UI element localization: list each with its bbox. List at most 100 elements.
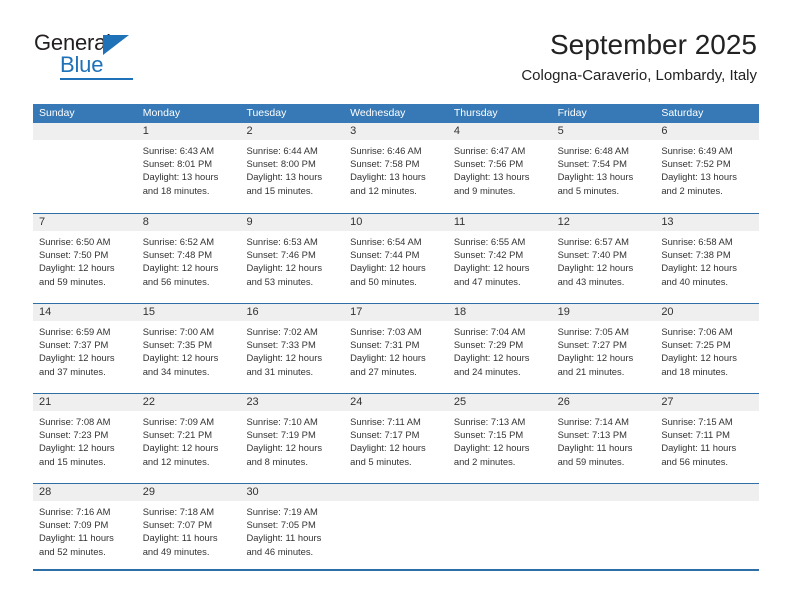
day-details: Sunrise: 6:54 AM Sunset: 7:44 PM Daylight:…	[344, 231, 448, 288]
calendar-day-cell[interactable]: 8 Sunrise: 6:52 AM Sunset: 7:48 PM Daylight…	[136, 214, 241, 303]
day-details: Sunrise: 7:05 AM Sunset: 7:27 PM Daylight:…	[552, 321, 656, 378]
day-detail-line: Sunset: 7:33 PM	[246, 339, 316, 351]
calendar-day-cell[interactable]: 20 Sunrise: 7:06 AM Sunset: 7:25 PM Dayligh…	[655, 304, 760, 393]
day-number-band: 20	[655, 304, 760, 321]
day-detail-line: Daylight: 13 hours	[661, 171, 737, 183]
day-detail-line: Sunrise: 6:50 AM	[39, 236, 111, 247]
day-number-band: 6	[655, 123, 760, 140]
day-details: Sunrise: 7:13 AM Sunset: 7:15 PM Daylight:…	[448, 411, 552, 468]
day-detail-line: and 5 minutes.	[557, 184, 620, 196]
calendar-day-cell[interactable]: 10 Sunrise: 6:54 AM Sunset: 7:44 PM Dayligh…	[344, 214, 448, 303]
calendar-day-cell[interactable]: 6 Sunrise: 6:49 AM Sunset: 7:52 PM Daylight…	[655, 123, 760, 213]
calendar-day-cell-empty	[33, 123, 137, 213]
day-detail-line: Sunset: 7:40 PM	[557, 249, 627, 261]
calendar-day-cell[interactable]: 2 Sunrise: 6:44 AM Sunset: 8:00 PM Daylight…	[240, 123, 345, 213]
day-detail-line: Sunrise: 6:55 AM	[453, 236, 526, 247]
day-detail-line: and 43 minutes.	[557, 275, 625, 287]
day-detail-line: Daylight: 12 hours	[661, 262, 737, 274]
day-number: 11	[453, 216, 466, 228]
day-detail-line: Sunset: 7:13 PM	[557, 429, 627, 441]
calendar-day-cell[interactable]: 9 Sunrise: 6:53 AM Sunset: 7:46 PM Daylight…	[240, 214, 345, 303]
calendar-day-cell[interactable]: 4 Sunrise: 6:47 AM Sunset: 7:56 PM Daylight…	[447, 123, 552, 213]
calendar-day-cell[interactable]: 30 Sunrise: 7:19 AM Sunset: 7:05 PM Dayligh…	[240, 484, 345, 573]
day-detail-line: Sunset: 7:37 PM	[39, 339, 109, 351]
day-detail-line: Sunset: 7:52 PM	[661, 158, 731, 170]
calendar-day-cell[interactable]: 19 Sunrise: 7:05 AM Sunset: 7:27 PM Dayligh…	[551, 304, 656, 393]
day-detail-line: Sunrise: 7:10 AM	[246, 416, 318, 427]
day-detail-line: Sunset: 7:15 PM	[453, 429, 524, 441]
day-detail-line: Daylight: 11 hours	[246, 532, 322, 544]
day-number-band: 1	[136, 123, 241, 140]
day-detail-line: Sunset: 8:01 PM	[142, 158, 213, 170]
day-number: 29	[142, 486, 155, 498]
day-number-band	[33, 123, 137, 140]
calendar-day-cell[interactable]: 14 Sunrise: 6:59 AM Sunset: 7:37 PM Dayligh…	[33, 304, 137, 393]
day-number-band	[344, 484, 448, 501]
weekday-header-thursday: Thursday	[453, 107, 498, 119]
calendar-day-cell[interactable]: 15 Sunrise: 7:00 AM Sunset: 7:35 PM Dayligh…	[136, 304, 241, 393]
day-detail-line: Sunset: 7:38 PM	[661, 249, 731, 261]
calendar-day-cell[interactable]: 26 Sunrise: 7:14 AM Sunset: 7:13 PM Dayligh…	[551, 394, 656, 483]
calendar-day-cell[interactable]: 27 Sunrise: 7:15 AM Sunset: 7:11 PM Dayligh…	[655, 394, 760, 483]
day-detail-line: Sunrise: 6:43 AM	[142, 145, 215, 156]
day-detail-line: Sunset: 7:17 PM	[350, 429, 420, 441]
day-detail-line: Daylight: 12 hours	[350, 442, 426, 454]
calendar-day-cell[interactable]: 13 Sunrise: 6:58 AM Sunset: 7:38 PM Dayligh…	[655, 214, 760, 303]
day-detail-line: and 2 minutes.	[661, 184, 723, 196]
day-number: 20	[661, 306, 674, 318]
day-number-band	[447, 484, 552, 501]
day-details	[552, 501, 656, 505]
day-detail-line: and 27 minutes.	[350, 365, 417, 377]
day-number: 26	[557, 396, 570, 408]
day-detail-line: Sunset: 7:46 PM	[246, 249, 316, 261]
calendar-day-cell[interactable]: 21 Sunrise: 7:08 AM Sunset: 7:23 PM Dayligh…	[33, 394, 137, 483]
calendar-day-cell[interactable]: 29 Sunrise: 7:18 AM Sunset: 7:07 PM Dayligh…	[136, 484, 241, 573]
calendar-day-cell[interactable]: 22 Sunrise: 7:09 AM Sunset: 7:21 PM Dayligh…	[136, 394, 241, 483]
day-detail-line: Sunset: 7:54 PM	[557, 158, 627, 170]
day-detail-line: and 18 minutes.	[661, 365, 729, 377]
day-number-band: 29	[136, 484, 241, 501]
day-detail-line: Sunrise: 6:58 AM	[661, 236, 733, 247]
day-details: Sunrise: 7:08 AM Sunset: 7:23 PM Daylight:…	[33, 411, 137, 468]
calendar-day-cell[interactable]: 23 Sunrise: 7:10 AM Sunset: 7:19 PM Dayligh…	[240, 394, 345, 483]
day-detail-line: Daylight: 13 hours	[453, 171, 530, 183]
day-number: 24	[350, 396, 363, 408]
page-header: General Blue September 2025 Cologna-Cara…	[0, 0, 792, 100]
day-detail-line: Sunrise: 7:00 AM	[142, 326, 215, 337]
calendar-day-cell-empty	[447, 484, 552, 573]
calendar-day-cell[interactable]: 7 Sunrise: 6:50 AM Sunset: 7:50 PM Daylight…	[33, 214, 137, 303]
day-detail-line: Daylight: 12 hours	[246, 442, 323, 454]
calendar-week-row: 21 Sunrise: 7:08 AM Sunset: 7:23 PM Dayligh…	[33, 393, 760, 483]
day-number: 15	[142, 306, 155, 318]
day-detail-line: and 34 minutes.	[142, 365, 210, 377]
day-detail-line: Sunrise: 6:47 AM	[453, 145, 526, 156]
calendar-day-cell[interactable]: 17 Sunrise: 7:03 AM Sunset: 7:31 PM Dayligh…	[344, 304, 448, 393]
day-details: Sunrise: 6:50 AM Sunset: 7:50 PM Daylight:…	[33, 231, 137, 288]
day-detail-line: Sunrise: 7:05 AM	[557, 326, 629, 337]
day-detail-line: and 9 minutes.	[453, 184, 516, 196]
day-detail-line: Daylight: 12 hours	[557, 352, 634, 364]
calendar-day-cell[interactable]: 25 Sunrise: 7:13 AM Sunset: 7:15 PM Dayligh…	[447, 394, 552, 483]
calendar-day-cell[interactable]: 12 Sunrise: 6:57 AM Sunset: 7:40 PM Dayligh…	[551, 214, 656, 303]
day-number: 2	[246, 125, 253, 137]
day-number: 28	[39, 486, 52, 498]
day-detail-line: Daylight: 12 hours	[39, 352, 115, 364]
day-detail-line: Daylight: 12 hours	[142, 262, 219, 274]
calendar-day-cell[interactable]: 11 Sunrise: 6:55 AM Sunset: 7:42 PM Dayligh…	[447, 214, 552, 303]
weekday-header-row: Sunday Monday Tuesday Wednesday Thursday Frid…	[33, 104, 759, 123]
calendar-week-row: 14 Sunrise: 6:59 AM Sunset: 7:37 PM Dayligh…	[33, 303, 760, 393]
calendar-day-cell[interactable]: 24 Sunrise: 7:11 AM Sunset: 7:17 PM Dayligh…	[344, 394, 448, 483]
day-number: 7	[39, 216, 46, 228]
calendar-day-cell[interactable]: 1 Sunrise: 6:43 AM Sunset: 8:01 PM Daylight…	[136, 123, 241, 213]
day-details: Sunrise: 6:53 AM Sunset: 7:46 PM Daylight:…	[240, 231, 344, 288]
calendar-day-cell[interactable]: 16 Sunrise: 7:02 AM Sunset: 7:33 PM Dayligh…	[240, 304, 345, 393]
day-detail-line: and 24 minutes.	[453, 365, 521, 377]
calendar-day-cell[interactable]: 18 Sunrise: 7:04 AM Sunset: 7:29 PM Dayligh…	[447, 304, 552, 393]
day-number: 12	[557, 216, 570, 228]
day-detail-line: and 8 minutes.	[246, 455, 308, 467]
day-number-band: 7	[33, 214, 137, 231]
calendar-day-cell[interactable]: 5 Sunrise: 6:48 AM Sunset: 7:54 PM Daylight…	[551, 123, 656, 213]
calendar-day-cell[interactable]: 28 Sunrise: 7:16 AM Sunset: 7:09 PM Dayligh…	[33, 484, 137, 573]
calendar-day-cell[interactable]: 3 Sunrise: 6:46 AM Sunset: 7:58 PM Daylight…	[344, 123, 448, 213]
day-number: 6	[661, 125, 668, 137]
